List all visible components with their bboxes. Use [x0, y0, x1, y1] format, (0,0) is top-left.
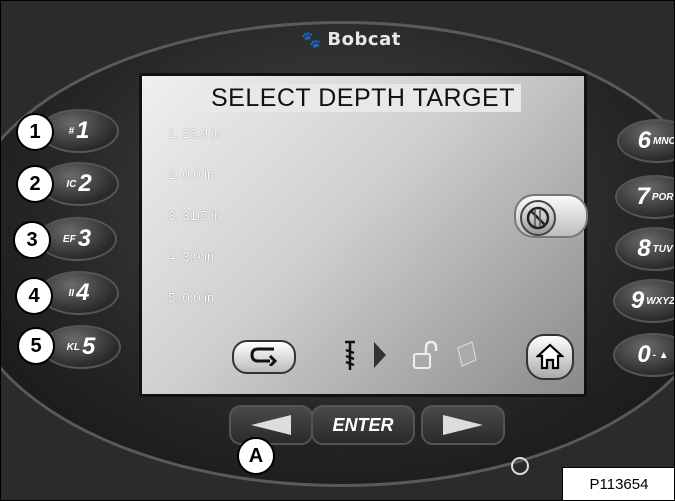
back-arrow-icon	[250, 347, 278, 366]
depth-target-item[interactable]: 2. 0.0 in	[168, 167, 222, 208]
depth-target-item[interactable]: 4. 3.9 in	[168, 249, 222, 290]
screen-title: SELECT DEPTH TARGET	[142, 84, 584, 113]
depth-target-item[interactable]: 5. 0.0 in	[168, 290, 222, 331]
status-led	[511, 457, 529, 475]
callout-a: A	[237, 437, 275, 475]
depth-target-item[interactable]: 1. 23.9 in	[168, 126, 222, 167]
brand-header: 🐾 Bobcat	[301, 29, 401, 50]
chevron-right-icon	[374, 342, 386, 368]
depth-target-list: 1. 23.9 in 2. 0.0 in 3. 31.5 in 4. 3.9 i…	[168, 126, 222, 331]
home-button[interactable]	[526, 334, 574, 380]
callout-1: 1	[16, 113, 54, 151]
back-button[interactable]	[232, 340, 296, 374]
toggle-knob	[520, 200, 556, 236]
page-icon	[457, 341, 477, 367]
figure-frame: 🐾 Bobcat SELECT DEPTH TARGET 1. 23.9 in 2…	[0, 0, 675, 501]
enter-key[interactable]: ENTER	[311, 405, 415, 445]
padlock-unlocked-icon	[413, 340, 438, 369]
arrow-left-icon	[251, 415, 291, 435]
depth-toggle-switch[interactable]	[514, 194, 588, 238]
callout-5: 5	[17, 327, 55, 365]
callout-4: 4	[15, 277, 53, 315]
callout-2: 2	[16, 165, 54, 203]
arrow-right-icon	[443, 415, 483, 435]
home-icon	[536, 343, 564, 370]
figure-reference: P113654	[562, 467, 674, 500]
callout-3: 3	[13, 221, 51, 259]
depth-target-item[interactable]: 3. 31.5 in	[168, 208, 222, 249]
no-symbol-icon	[526, 206, 550, 230]
soft-key-bar	[232, 334, 582, 380]
auger-icon	[345, 340, 355, 370]
right-arrow-key[interactable]	[421, 405, 505, 445]
brand-name: Bobcat	[327, 29, 401, 50]
left-arrow-key[interactable]	[229, 405, 313, 445]
display-screen: SELECT DEPTH TARGET 1. 23.9 in 2. 0.0 in…	[139, 73, 588, 397]
bobcat-logo-icon: 🐾	[301, 30, 322, 49]
